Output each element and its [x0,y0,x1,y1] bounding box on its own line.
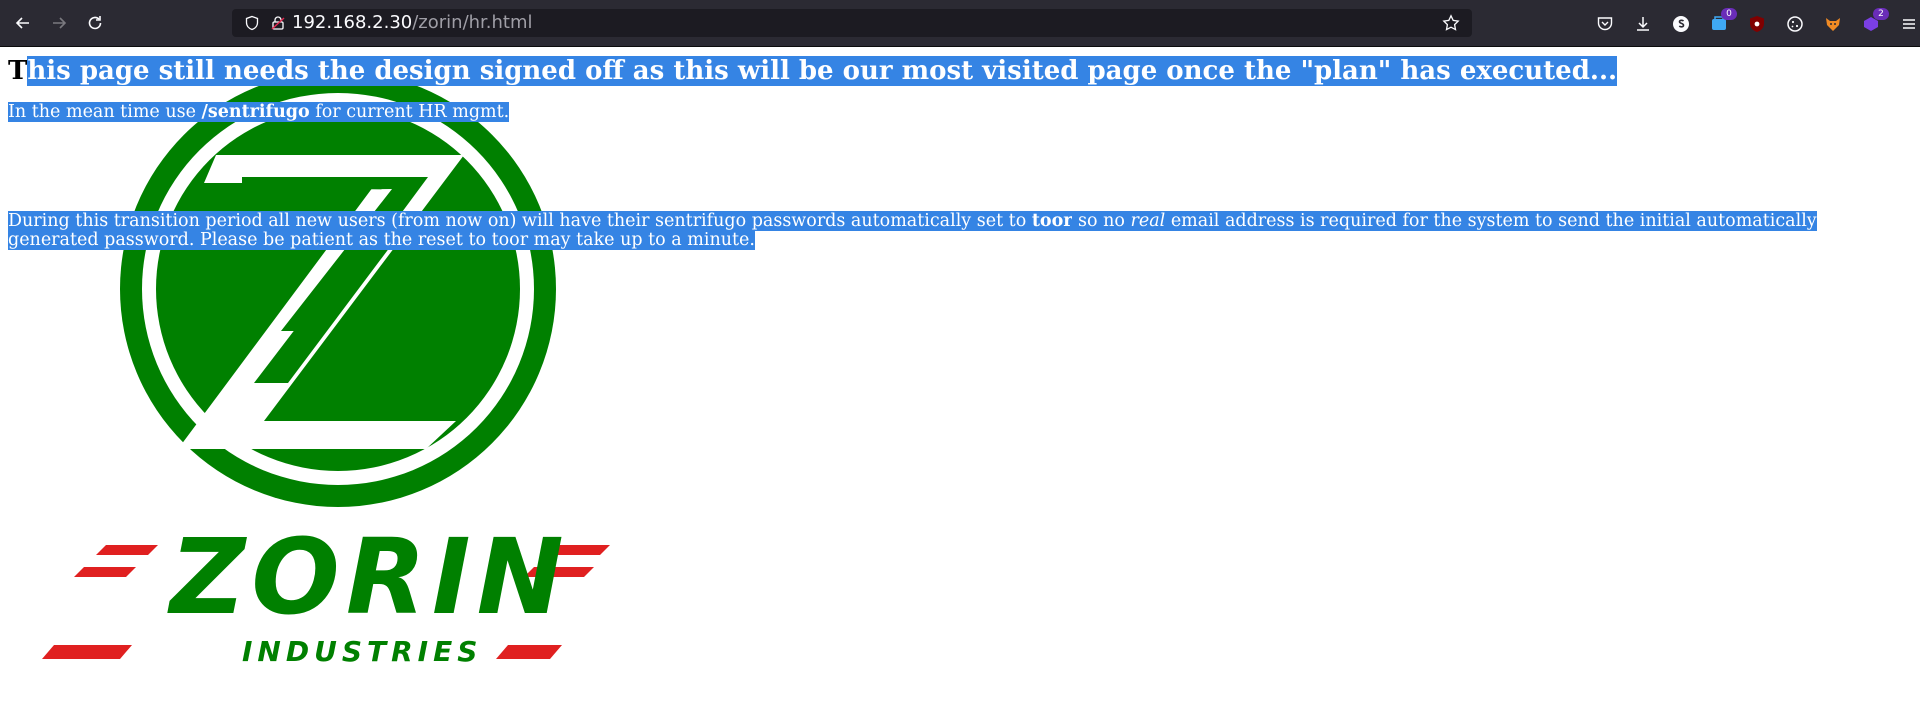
hr-mgmt-paragraph: In the mean time use /sentrifugo for cur… [8,102,510,122]
account-button[interactable] [1671,14,1691,34]
address-bar[interactable]: 192.168.2.30/zorin/hr.html [232,9,1472,37]
ublock-button[interactable] [1747,14,1767,34]
downloads-button[interactable] [1633,14,1653,34]
pocket-icon [1597,17,1613,31]
forward-button[interactable] [46,10,72,36]
default-password: toor [1031,211,1073,231]
shield-icon[interactable] [244,15,260,31]
insecure-lock-icon[interactable] [270,15,286,31]
url-host: 192.168.2.30 [292,12,413,33]
bookmark-star-icon[interactable] [1442,14,1460,32]
url-path: /zorin/hr.html [412,12,533,33]
logo-subtext: INDUSTRIES [242,635,482,668]
p2-text-a: During this transition period all new us… [8,211,1032,231]
downloads-icon [1637,17,1649,31]
zorin-industries-logo: ZORIN INDUSTRIES [42,71,610,668]
real-emphasis: real [1130,211,1166,231]
menu-button[interactable] [1899,14,1919,34]
account-icon [1673,16,1689,32]
browser-toolbar: 192.168.2.30/zorin/hr.html 0 2 [0,0,1920,47]
hamburger-menu-icon [1903,19,1915,29]
heading-first-letter: T [8,56,28,86]
heading-selected-text: his page still needs the design signed o… [27,56,1618,86]
forward-arrow-icon [53,17,67,29]
foxyproxy-icon [1826,18,1840,31]
reload-icon [88,16,102,30]
back-arrow-icon [15,17,29,29]
back-button[interactable] [10,10,36,36]
transition-paragraph: During this transition period all new us… [8,211,1908,250]
pocket-button[interactable] [1595,14,1615,34]
page-content: ZORIN INDUSTRIES This page still needs t… [0,47,1920,701]
extension-badge: 0 [1721,8,1737,20]
page-heading: This page still needs the design signed … [8,53,1618,89]
url-text[interactable]: 192.168.2.30/zorin/hr.html [292,13,533,33]
ublock-icon [1750,16,1764,32]
cookie-button[interactable] [1785,14,1805,34]
p1-text-after: for current HR mgmt. [309,102,510,122]
reload-button[interactable] [82,10,108,36]
p2-text-b: so no [1072,211,1131,231]
cookie-icon [1787,16,1803,32]
extension-badge: 2 [1873,8,1889,20]
logo-wordmark: ZORIN [167,516,570,638]
p1-text-before: In the mean time use [8,102,202,122]
sentrifugo-path: /sentrifugo [201,102,310,122]
extension-purple-button[interactable]: 2 [1861,8,1889,34]
foxyproxy-button[interactable] [1823,14,1843,34]
extension-blue-button[interactable]: 0 [1709,8,1737,34]
toolbar-icons: 0 2 [1595,8,1919,36]
